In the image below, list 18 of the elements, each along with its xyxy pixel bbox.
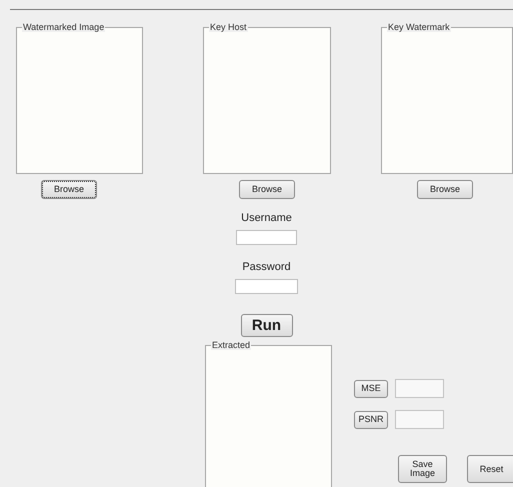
group-box-title: Key Watermark	[387, 22, 451, 32]
metric-button[interactable]: MSE	[354, 380, 388, 398]
group-box-title: Watermarked Image	[22, 22, 106, 32]
group-box-title: Key Host	[209, 22, 248, 32]
username-label: Username	[241, 213, 292, 224]
password-label: Password	[242, 262, 291, 273]
username-field[interactable]	[236, 230, 297, 245]
group-box-title: Extracted	[211, 340, 252, 350]
browse-button[interactable]: Browse	[239, 180, 295, 199]
browse-button[interactable]: Browse	[417, 180, 473, 199]
run-button[interactable]: Run	[240, 314, 292, 337]
metric-field[interactable]	[395, 410, 444, 429]
action-button[interactable]: Reset	[467, 455, 513, 483]
metric-field[interactable]	[395, 379, 444, 398]
browse-button[interactable]: Browse	[41, 180, 97, 199]
action-button[interactable]: Save Image	[398, 455, 447, 483]
password-field[interactable]	[235, 279, 298, 294]
metric-button[interactable]: PSNR	[354, 410, 388, 428]
